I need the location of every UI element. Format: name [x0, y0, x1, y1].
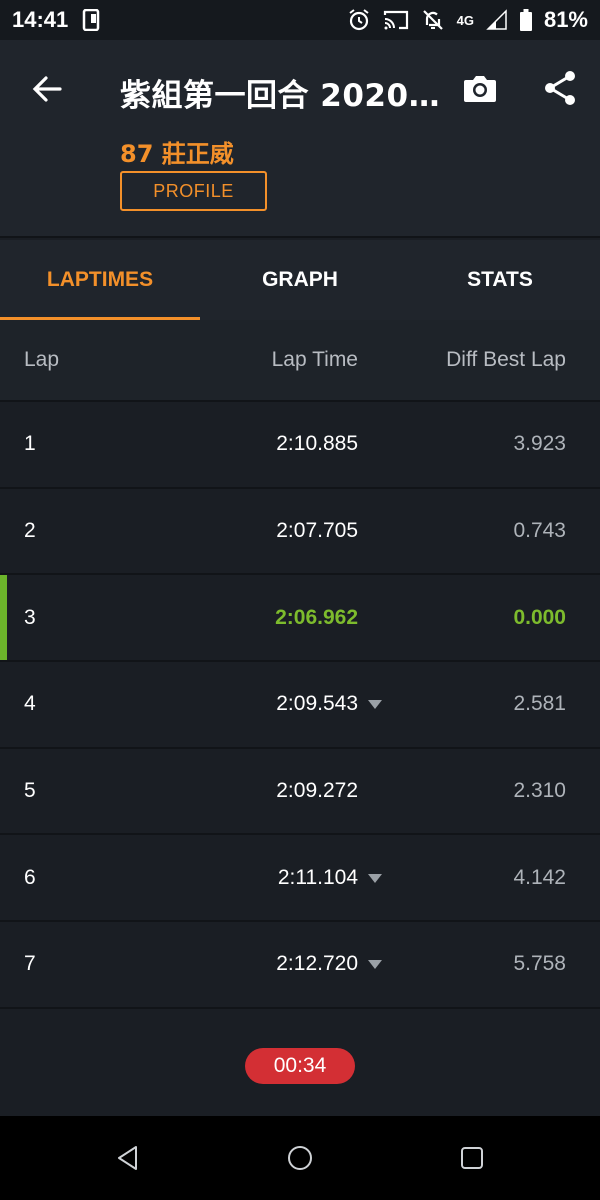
laptimes-table: Lap Lap Time Diff Best Lap 1 2:10.885 3.…: [0, 320, 600, 1009]
diff-best-lap: 5.758: [513, 952, 566, 976]
tab-bar: LAPTIMES GRAPH STATS: [0, 240, 600, 320]
phone-icon: [82, 9, 100, 31]
lap-time: 2:12.720: [276, 952, 358, 976]
driver-name: 87 莊正威: [120, 140, 234, 168]
status-icons: 4G 81%: [347, 7, 588, 33]
lap-number: 2: [24, 519, 36, 543]
triangle-down-icon: [368, 873, 382, 883]
table-row[interactable]: 6 2:11.104 4.142: [0, 835, 600, 923]
nav-recents-button[interactable]: [454, 1140, 490, 1176]
lap-time: 2:09.272: [276, 779, 358, 803]
lap-time: 2:06.962: [275, 605, 358, 629]
lap-number: 4: [24, 692, 36, 716]
lap-time: 2:09.543: [276, 692, 358, 716]
camera-icon: [464, 76, 496, 102]
triangle-down-icon: [368, 960, 382, 970]
lap-number: 6: [24, 865, 36, 889]
table-row[interactable]: 2 2:07.705 0.743: [0, 488, 600, 576]
header-lap: Lap: [24, 348, 60, 371]
profile-button[interactable]: PROFILE: [120, 171, 267, 211]
notifications-off-icon: [421, 8, 445, 32]
tab-graph[interactable]: GRAPH: [200, 240, 400, 320]
table-row[interactable]: 5 2:09.272 2.310: [0, 748, 600, 836]
table-row-best[interactable]: 3 2:06.962 0.000: [0, 575, 600, 663]
nav-back-button[interactable]: [110, 1140, 146, 1176]
diff-best-lap: 3.923: [513, 432, 566, 456]
battery-level: 81%: [543, 7, 588, 32]
diff-best-lap: 4.142: [513, 865, 566, 889]
page-title: 紫組第一回合 2020...: [120, 78, 440, 114]
lap-time: 2:10.885: [276, 432, 358, 456]
battery-icon: [519, 9, 532, 31]
lap-number: 1: [24, 432, 36, 456]
status-bar: 14:41 4G 81%: [0, 0, 600, 40]
header-lap-time: Lap Time: [271, 348, 358, 371]
share-icon: [545, 71, 575, 105]
cast-icon: [383, 9, 409, 31]
alarm-icon: [347, 8, 371, 32]
table-row[interactable]: 1 2:10.885 3.923: [0, 402, 600, 489]
signal-icon: [486, 9, 508, 31]
session-timer: 00:34: [245, 1048, 355, 1084]
tab-stats[interactable]: STATS: [400, 240, 600, 320]
lap-number: 3: [24, 605, 36, 629]
camera-button[interactable]: [458, 68, 502, 110]
diff-best-lap: 0.000: [513, 605, 566, 629]
lap-time: 2:07.705: [276, 519, 358, 543]
diff-best-lap: 2.581: [513, 692, 566, 716]
arrow-left-icon: [32, 76, 62, 102]
system-nav-bar: [0, 1116, 600, 1200]
diff-best-lap: 2.310: [513, 779, 566, 803]
table-row[interactable]: 4 2:09.543 2.581: [0, 662, 600, 749]
back-button[interactable]: [26, 68, 68, 110]
tab-laptimes[interactable]: LAPTIMES: [0, 240, 200, 320]
triangle-down-icon: [368, 700, 382, 710]
table-row[interactable]: 7 2:12.720 5.758: [0, 922, 600, 1009]
lap-number: 5: [24, 779, 36, 803]
lap-time: 2:11.104: [277, 865, 358, 889]
share-button[interactable]: [538, 66, 582, 110]
table-header: Lap Lap Time Diff Best Lap: [0, 320, 600, 402]
header-diff-best-lap: Diff Best Lap: [446, 348, 566, 371]
triangle-back-icon: [118, 1146, 137, 1170]
network-type: 4G: [456, 12, 474, 28]
nav-home-button[interactable]: [282, 1140, 318, 1176]
lap-number: 7: [24, 952, 36, 976]
status-time: 14:41: [12, 7, 69, 32]
square-recents-icon: [461, 1147, 483, 1169]
app-header: 紫組第一回合 2020... 87 莊正威 PROFILE: [0, 40, 600, 238]
circle-home-icon: [288, 1146, 312, 1170]
diff-best-lap: 0.743: [513, 519, 566, 543]
